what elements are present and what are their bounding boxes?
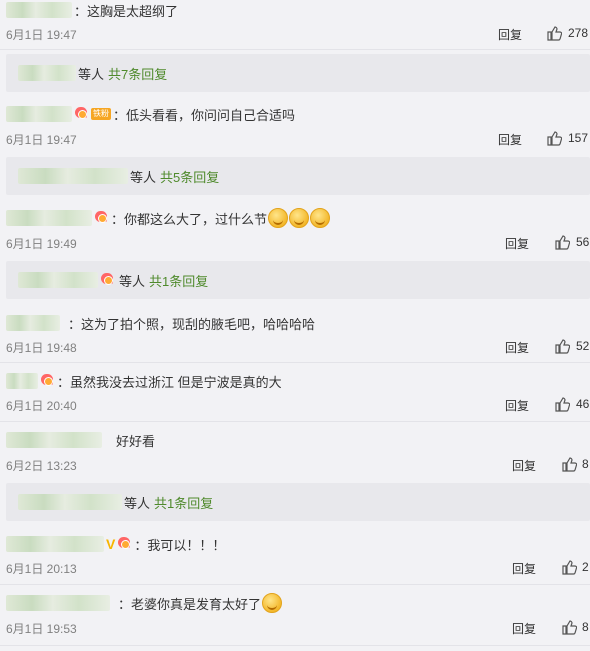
smile-emoji-icon — [262, 593, 283, 613]
comment-line: 好好看 — [6, 430, 155, 450]
reply-summary-who: 等人 — [124, 495, 151, 511]
comment-time: 6月1日 19:49 — [6, 237, 77, 251]
comment-time: 6月1日 19:53 — [6, 622, 77, 636]
more-replies-link[interactable]: 共1条回复 — [149, 271, 208, 290]
comment-text: 低头看看，你问问自己合适吗 — [126, 107, 296, 123]
thumbs-up-icon[interactable] — [561, 456, 577, 472]
fan-badge-icon — [118, 537, 132, 551]
like-count: 278 — [568, 26, 589, 40]
fan-tag: 铁粉 — [91, 108, 111, 120]
comment-meta: 6月1日 20:40 回复 46 — [0, 395, 590, 415]
username-blurred[interactable] — [18, 494, 122, 510]
reply-button[interactable]: 回复 — [505, 339, 529, 356]
fan-badge-icon — [95, 211, 109, 225]
comment-time: 6月1日 19:48 — [6, 341, 77, 355]
reply-summary-who: 等人 — [130, 169, 157, 185]
divider — [0, 584, 590, 585]
reply-button[interactable]: 回复 — [512, 560, 536, 577]
comment-time: 6月2日 13:23 — [6, 459, 77, 473]
smile-emoji-icon — [268, 208, 289, 228]
like-count: 56 — [576, 235, 590, 249]
comment-time: 6月1日 20:13 — [6, 562, 77, 576]
thumbs-up-icon[interactable] — [546, 25, 562, 41]
reply-button[interactable]: 回复 — [512, 620, 536, 637]
username-blurred[interactable] — [6, 373, 38, 389]
username-blurred[interactable] — [18, 65, 76, 81]
comment-line: V ： 我可以！！！ — [6, 534, 225, 554]
divider — [0, 421, 590, 422]
comment-time: 6月1日 19:47 — [6, 28, 77, 42]
thumbs-up-icon[interactable] — [546, 130, 562, 146]
more-replies-link[interactable]: 共5条回复 — [160, 167, 219, 186]
reply-summary-bar[interactable]: 等人 共7条回复 — [6, 54, 590, 92]
username-blurred[interactable] — [6, 432, 102, 448]
comment-meta: 6月2日 13:23 回复 8 — [0, 455, 590, 475]
fan-badge-icon — [75, 107, 89, 121]
comment-line: 铁粉 ： 低头看看，你问问自己合适吗 — [6, 104, 295, 124]
like-count: 2 — [582, 560, 589, 574]
reply-button[interactable]: 回复 — [505, 397, 529, 414]
verified-v-icon: V — [106, 536, 116, 552]
like-count: 157 — [568, 131, 589, 145]
comment-time: 6月1日 20:40 — [6, 399, 77, 413]
like-count: 8 — [582, 457, 589, 471]
comment-meta: 6月1日 19:47 回复 278 — [0, 24, 590, 44]
username-blurred[interactable] — [6, 595, 110, 611]
divider — [0, 362, 590, 363]
username-blurred[interactable] — [18, 272, 98, 288]
more-replies-link[interactable]: 共1条回复 — [154, 493, 213, 512]
comment-line: ： 老婆你真是发育太好了 — [6, 593, 283, 613]
thumbs-up-icon[interactable] — [554, 234, 570, 250]
thumbs-up-icon[interactable] — [554, 396, 570, 412]
username-blurred[interactable] — [18, 168, 128, 184]
reply-button[interactable]: 回复 — [512, 457, 536, 474]
username-blurred[interactable] — [6, 2, 72, 18]
comment-meta: 6月1日 19:53 回复 8 — [0, 618, 590, 638]
reply-button[interactable]: 回复 — [505, 235, 529, 252]
comment-text: 我可以！！！ — [147, 537, 226, 553]
smile-emoji-icon — [289, 208, 310, 228]
username-blurred[interactable] — [6, 106, 72, 122]
comment-text: 你都这么大了，过什么节 — [124, 211, 268, 227]
divider — [0, 645, 590, 646]
comment-meta: 6月1日 19:47 回复 157 — [0, 129, 590, 149]
reply-button[interactable]: 回复 — [498, 26, 522, 43]
reply-summary-bar[interactable]: 等人 共5条回复 — [6, 157, 590, 195]
comment-meta: 6月1日 20:13 回复 2 — [0, 558, 590, 578]
username-blurred[interactable] — [6, 536, 104, 552]
reply-button[interactable]: 回复 — [498, 131, 522, 148]
reply-summary-bar[interactable]: 等人 共1条回复 — [6, 261, 590, 299]
comment-text: 这为了拍个照，现刮的腋毛吧，哈哈哈哈 — [81, 316, 316, 332]
divider — [0, 49, 590, 50]
reply-summary-bar[interactable]: 等人 共1条回复 — [6, 483, 590, 521]
comment-time: 6月1日 19:47 — [6, 133, 77, 147]
fan-badge-icon — [101, 273, 115, 287]
username-blurred[interactable] — [6, 210, 92, 226]
smile-emoji-icon — [310, 208, 331, 228]
comment-line: ： 你都这么大了，过什么节 — [6, 208, 331, 228]
comment-line: ： 这为了拍个照，现刮的腋毛吧，哈哈哈哈 — [6, 313, 315, 333]
more-replies-link[interactable]: 共7条回复 — [108, 64, 167, 83]
thumbs-up-icon[interactable] — [561, 559, 577, 575]
comment-line: ： 这胸是太超纲了 — [6, 0, 178, 20]
comment-text: 好好看 — [116, 433, 156, 449]
comment-text: 这胸是太超纲了 — [87, 3, 179, 19]
like-count: 52 — [576, 339, 590, 353]
reply-summary-who: 等人 — [119, 273, 146, 289]
like-count: 46 — [576, 397, 590, 411]
reply-summary-who: 等人 — [78, 66, 105, 82]
like-count: 8 — [582, 620, 589, 634]
thumbs-up-icon[interactable] — [554, 338, 570, 354]
comment-text: 虽然我没去过浙江 但是宁波是真的大 — [70, 374, 282, 390]
fan-badge-icon — [41, 374, 55, 388]
comment-line: ： 虽然我没去过浙江 但是宁波是真的大 — [6, 371, 282, 391]
comment-meta: 6月1日 19:49 回复 56 — [0, 233, 590, 253]
username-blurred[interactable] — [6, 315, 60, 331]
comment-text: 老婆你真是发育太好了 — [131, 596, 262, 612]
thumbs-up-icon[interactable] — [561, 619, 577, 635]
comment-meta: 6月1日 19:48 回复 52 — [0, 337, 590, 357]
